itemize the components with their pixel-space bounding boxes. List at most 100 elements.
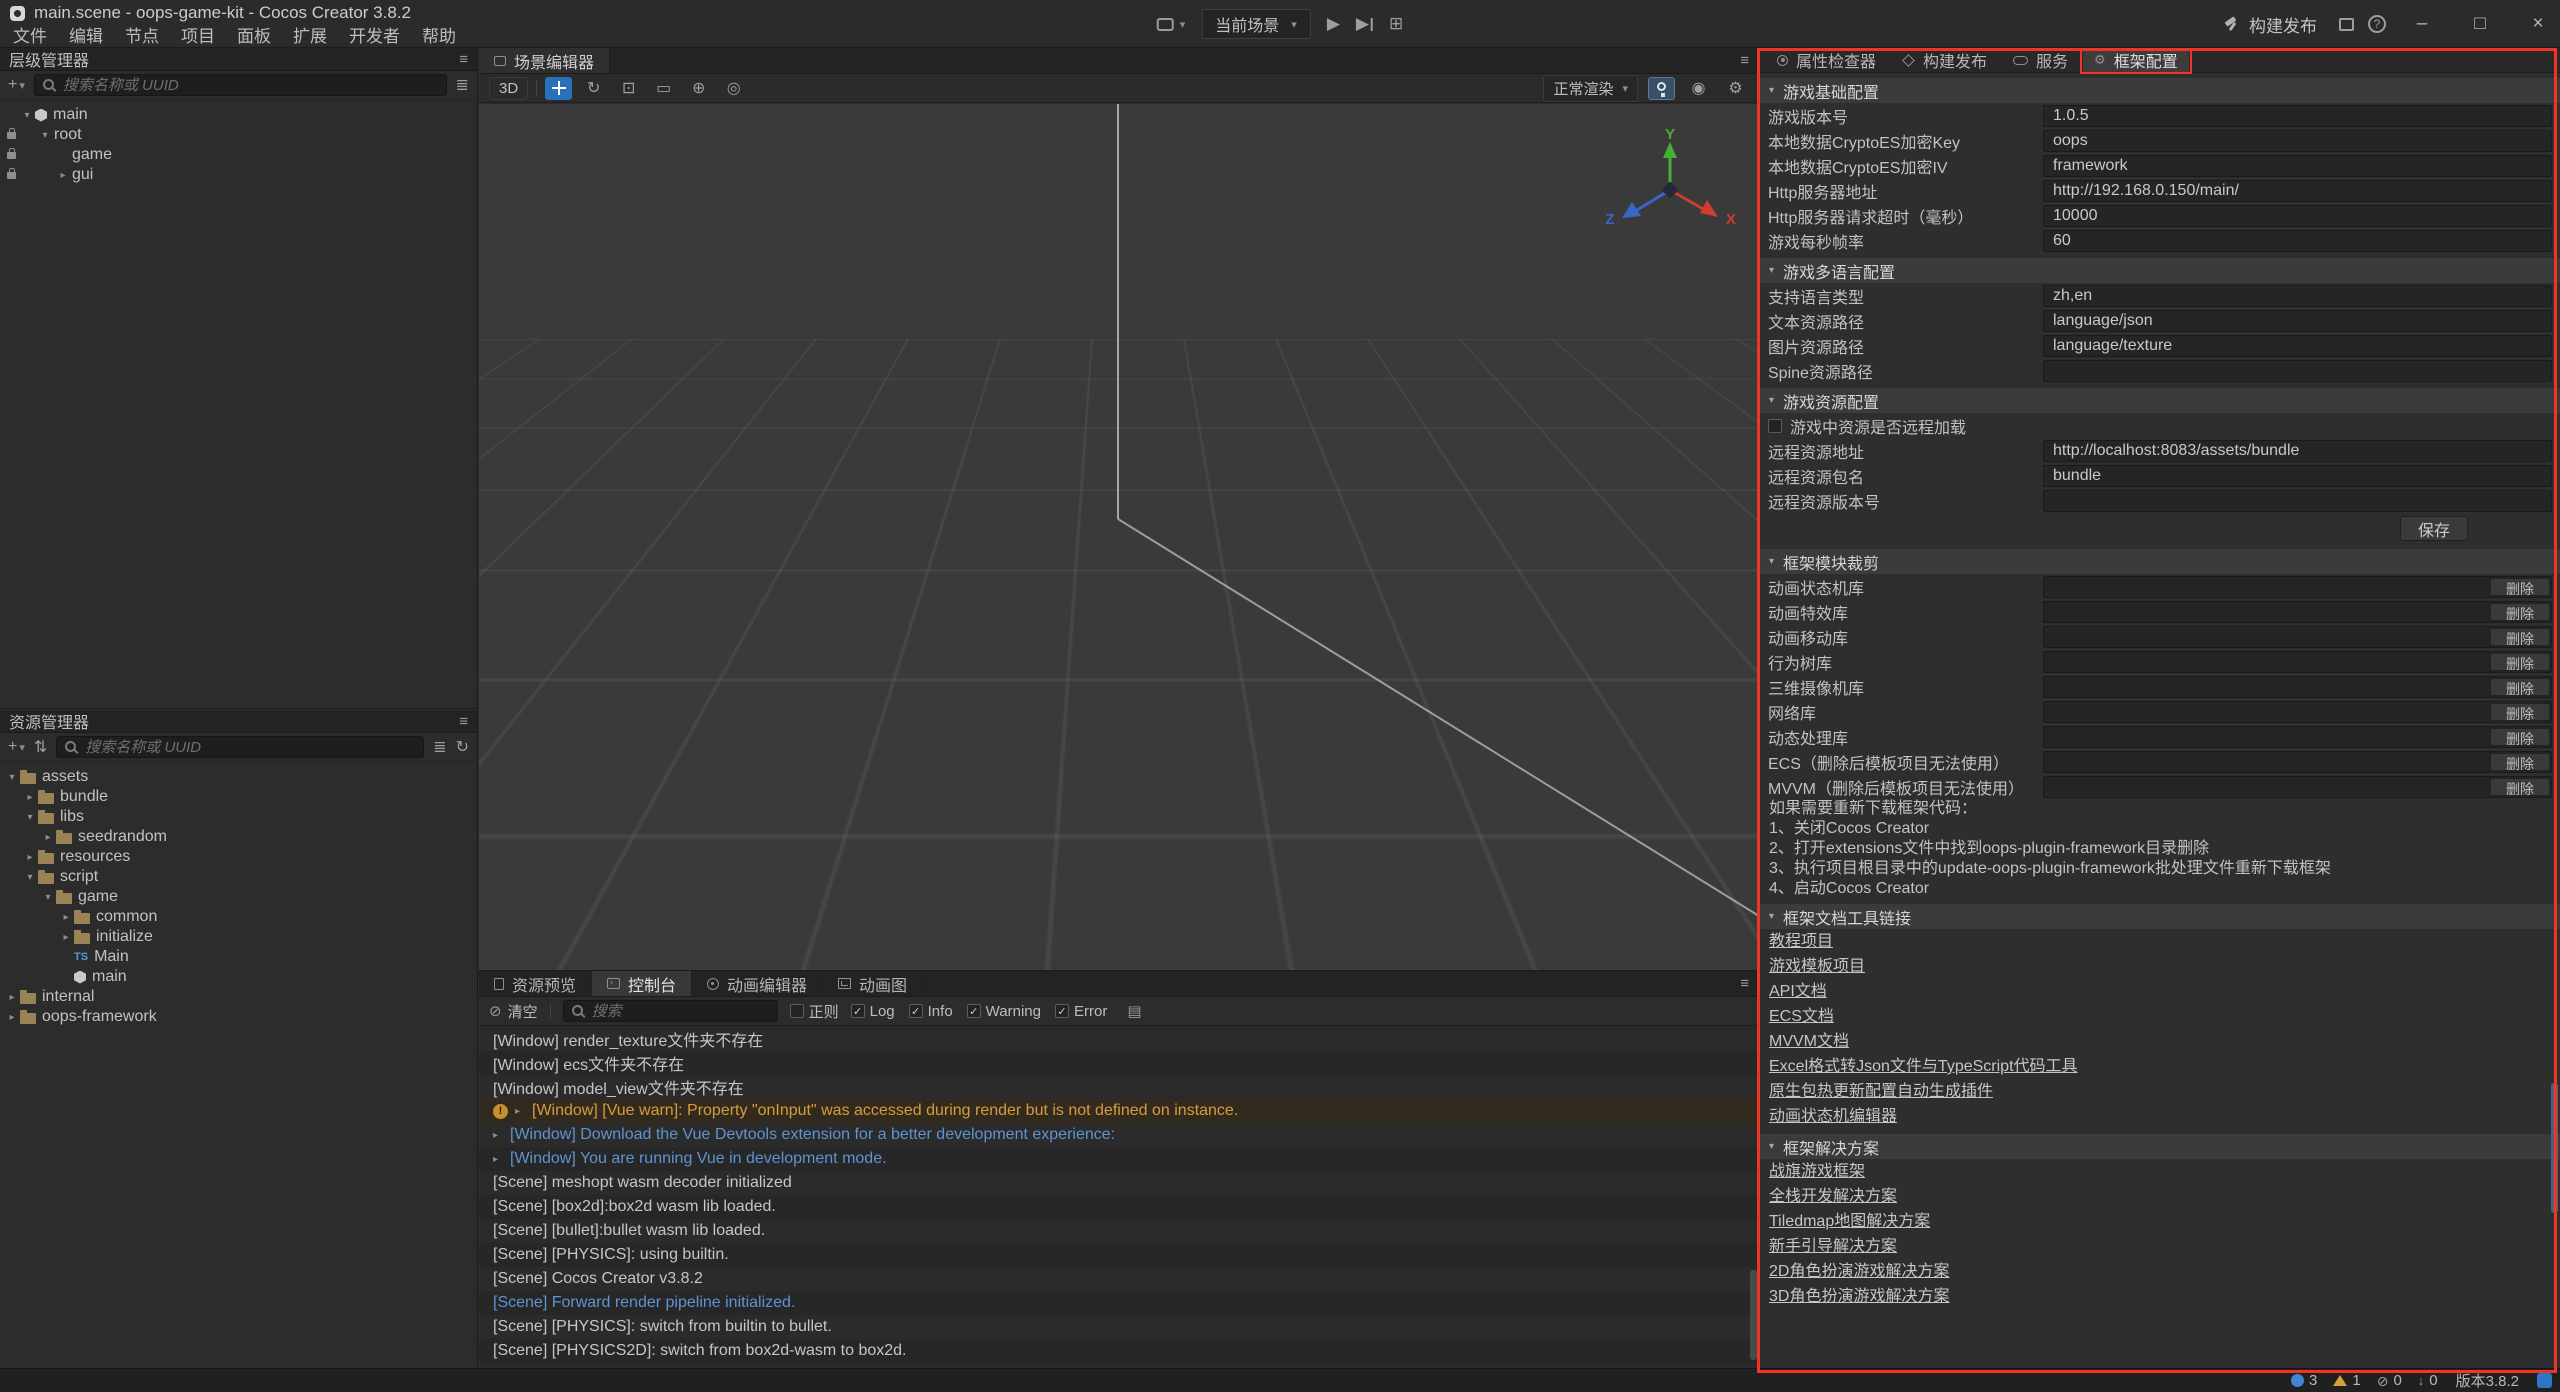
minimize-button[interactable]: – [2400, 0, 2444, 48]
hierarchy-node[interactable]: ▾root [0, 125, 477, 145]
tab-property-inspector[interactable]: 属性检查器 [1766, 48, 1887, 73]
panel-menu-icon[interactable]: ≡ [459, 51, 468, 68]
doc-link[interactable]: 战旗游戏框架 [1760, 1159, 1865, 1184]
delete-button[interactable]: 删除 [2490, 728, 2550, 746]
doc-link[interactable]: 教程项目 [1760, 929, 1833, 954]
log-row[interactable]: ▸[Window] You are running Vue in develop… [479, 1147, 1759, 1171]
tab-build-publish[interactable]: 构建发布 [1891, 48, 1998, 73]
field-input[interactable] [2043, 310, 2552, 332]
menu-item[interactable]: 项目 [170, 26, 226, 48]
section-header[interactable]: ▾框架文档工具链接 [1760, 904, 2560, 929]
chevron-down-icon[interactable]: ▾ [40, 892, 56, 903]
assets-search-input[interactable] [85, 739, 415, 756]
asset-node[interactable]: ▸internal [0, 987, 477, 1007]
chevron-down-icon[interactable]: ▾ [22, 812, 38, 823]
doc-link[interactable]: 3D角色扮演游戏解决方案 [1760, 1284, 1949, 1309]
chevron-right-icon[interactable]: ▸ [22, 792, 38, 803]
field-input[interactable] [2043, 360, 2552, 382]
filter-icon[interactable]: ≣ [456, 75, 469, 95]
tab-framework-config[interactable]: 框架配置 [2083, 48, 2189, 73]
status-warning[interactable]: 1 [2333, 1372, 2360, 1389]
expand-icon[interactable]: ▸ [493, 1130, 503, 1141]
filter-error[interactable]: Error [1055, 1003, 1107, 1020]
remote-load-checkbox[interactable] [1768, 419, 1782, 433]
regex-toggle[interactable]: 正则 [790, 1001, 839, 1022]
asset-node[interactable]: ▸common [0, 907, 477, 927]
doc-link[interactable]: 2D角色扮演游戏解决方案 [1760, 1259, 1949, 1284]
console-search[interactable] [563, 1000, 778, 1022]
scrollbar-thumb[interactable] [2551, 1083, 2558, 1213]
hierarchy-search-input[interactable] [63, 77, 438, 94]
section-header[interactable]: ▾游戏多语言配置 [1760, 258, 2560, 283]
add-node-button[interactable]: +▾ [8, 76, 25, 94]
scene-viewport[interactable]: Y X Z [479, 104, 1759, 970]
panel-menu-icon[interactable]: ≡ [459, 713, 468, 730]
doc-link[interactable]: 动画状态机编辑器 [1760, 1104, 1897, 1129]
chevron-down-icon[interactable]: ▾ [37, 130, 53, 141]
asset-node[interactable]: ▸bundle [0, 787, 477, 807]
menu-item[interactable]: 面板 [226, 26, 282, 48]
move-tool-button[interactable] [545, 77, 572, 100]
scrollbar-thumb[interactable] [1750, 1270, 1757, 1360]
field-input[interactable] [2043, 465, 2552, 487]
asset-node[interactable]: ▸initialize [0, 927, 477, 947]
panel-menu-icon[interactable]: ≡ [1740, 975, 1759, 992]
console-search-input[interactable] [592, 1003, 769, 1020]
menu-item[interactable]: 开发者 [338, 26, 411, 48]
section-header[interactable]: ▾游戏基础配置 [1760, 78, 2560, 103]
network-icon[interactable] [2537, 1373, 2552, 1388]
field-input[interactable] [2043, 285, 2552, 307]
tab-asset-preview[interactable]: 资源预览 [479, 971, 592, 996]
asset-node[interactable]: ▸oops-framework [0, 1007, 477, 1027]
status-download[interactable]: ↓0 [2418, 1372, 2438, 1389]
log-row[interactable]: [Scene] [PHYSICS]: using builtin. [479, 1243, 1759, 1267]
log-row[interactable]: [Scene] meshopt wasm decoder initialized [479, 1171, 1759, 1195]
menu-item[interactable]: 帮助 [411, 26, 467, 48]
asset-node[interactable]: ▾libs [0, 807, 477, 827]
archive-button[interactable] [2339, 18, 2354, 31]
hierarchy-search[interactable] [34, 74, 447, 96]
field-input[interactable] [2043, 335, 2552, 357]
delete-button[interactable]: 删除 [2490, 578, 2550, 596]
refresh-icon[interactable]: ↻ [456, 737, 469, 757]
checkbox[interactable] [967, 1004, 981, 1018]
expand-icon[interactable]: ▸ [515, 1106, 525, 1117]
render-mode-select[interactable]: 正常渲染 ▾ [1543, 75, 1638, 102]
chevron-right-icon[interactable]: ▸ [4, 992, 20, 1003]
mode-3d-toggle[interactable]: 3D [489, 77, 528, 100]
log-row[interactable]: [Scene] Forward render pipeline initiali… [479, 1291, 1759, 1315]
close-button[interactable]: × [2516, 0, 2560, 48]
doc-link[interactable]: 新手引导解决方案 [1760, 1234, 1897, 1259]
clear-console-button[interactable]: ⊘ 清空 [489, 1001, 538, 1022]
doc-link[interactable]: Excel格式转Json文件与TypeScript代码工具 [1760, 1054, 2078, 1079]
chevron-right-icon[interactable]: ▸ [58, 932, 74, 943]
delete-button[interactable]: 删除 [2490, 778, 2550, 796]
chevron-right-icon[interactable]: ▸ [22, 852, 38, 863]
field-input[interactable] [2043, 205, 2552, 227]
field-input[interactable] [2043, 440, 2552, 462]
log-row[interactable]: ▸[Window] Download the Vue Devtools exte… [479, 1123, 1759, 1147]
doc-link[interactable]: 原生包热更新配置自动生成插件 [1760, 1079, 1993, 1104]
hierarchy-node[interactable]: game [0, 145, 477, 165]
delete-button[interactable]: 删除 [2490, 603, 2550, 621]
chevron-right-icon[interactable]: ▸ [55, 170, 71, 181]
checkbox[interactable] [909, 1004, 923, 1018]
asset-node[interactable]: ▸resources [0, 847, 477, 867]
tab-console[interactable]: 控制台 [592, 971, 692, 996]
status-info[interactable]: 3 [2291, 1372, 2317, 1389]
field-input[interactable] [2043, 230, 2552, 252]
scale-tool-button[interactable]: ⊡ [615, 77, 642, 100]
field-input[interactable] [2043, 130, 2552, 152]
tab-services[interactable]: 服务 [2002, 48, 2079, 73]
rotate-tool-button[interactable]: ↻ [580, 77, 607, 100]
tab-animation-editor[interactable]: 动画编辑器 [692, 971, 823, 996]
log-row[interactable]: [Window] render_texture文件夹不存在 [479, 1027, 1759, 1051]
log-row[interactable]: [Scene] [PHYSICS2D]: switch from box2d-w… [479, 1339, 1759, 1363]
section-header[interactable]: ▾框架模块裁剪 [1760, 549, 2560, 574]
play-button[interactable]: ▶ [1327, 14, 1340, 34]
filter-icon[interactable]: ≣ [433, 737, 446, 757]
log-row[interactable]: [Scene] Cocos Creator v3.8.2 [479, 1267, 1759, 1291]
rect-tool-button[interactable]: ▭ [650, 77, 677, 100]
asset-node[interactable]: ▸seedrandom [0, 827, 477, 847]
filter-warning[interactable]: Warning [967, 1003, 1041, 1020]
